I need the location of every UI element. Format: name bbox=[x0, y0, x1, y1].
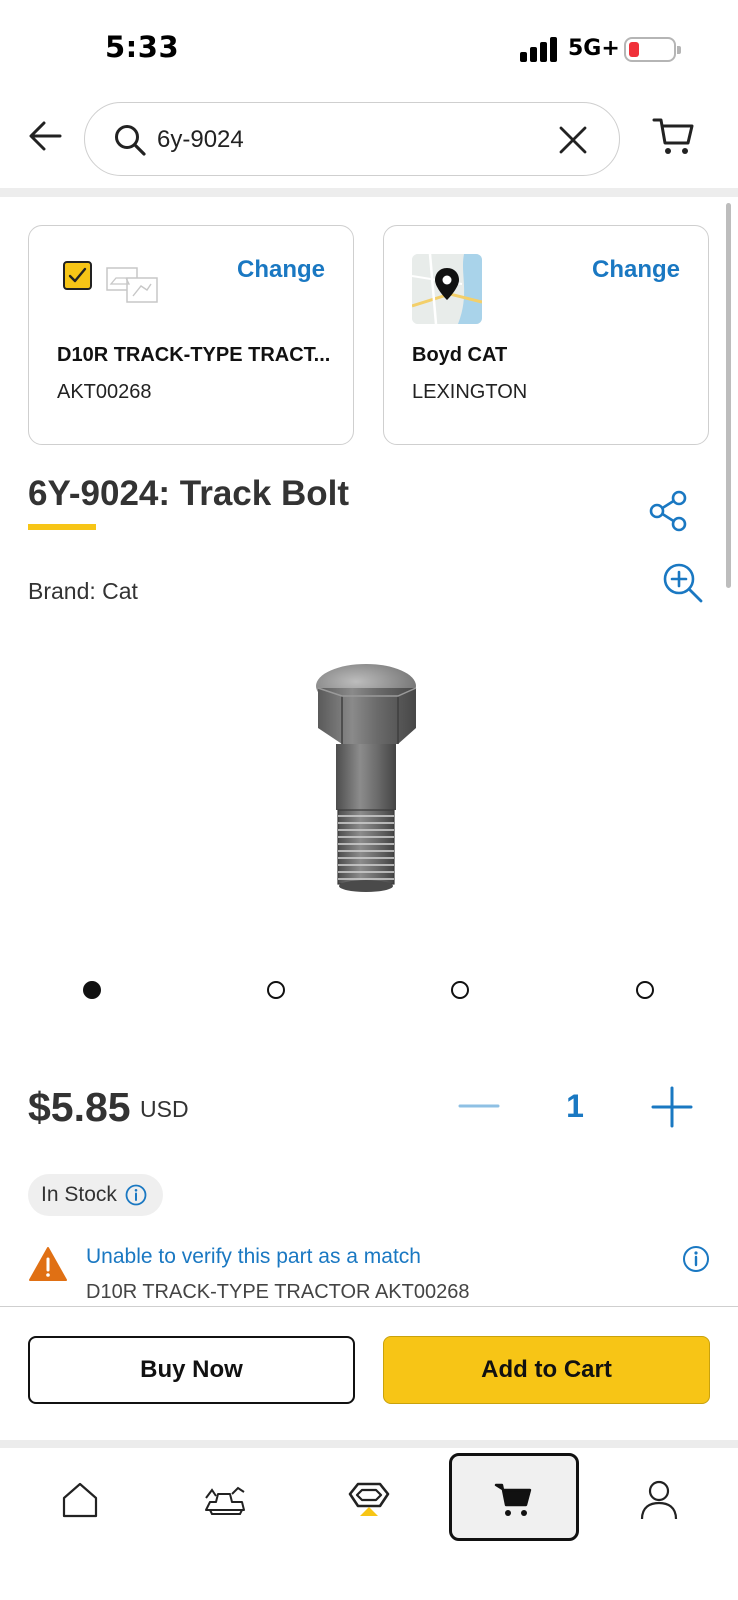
header-divider bbox=[0, 188, 738, 197]
quantity-value[interactable]: 1 bbox=[560, 1088, 590, 1125]
zoom-in-icon bbox=[663, 563, 703, 603]
price-currency: USD bbox=[140, 1096, 189, 1122]
battery-icon bbox=[624, 37, 681, 62]
zoom-button[interactable] bbox=[662, 562, 704, 604]
nav-cart[interactable] bbox=[474, 1470, 554, 1530]
info-icon[interactable] bbox=[125, 1184, 147, 1206]
equipment-checkbox[interactable] bbox=[63, 261, 92, 290]
carousel-dot-3[interactable] bbox=[451, 981, 469, 999]
compatibility-warning-text[interactable]: Unable to verify this part as a match bbox=[86, 1245, 421, 1269]
network-label: 5G+ bbox=[568, 36, 620, 61]
close-icon bbox=[559, 126, 587, 154]
info-icon bbox=[683, 1246, 709, 1272]
cart-icon bbox=[494, 1483, 532, 1516]
share-icon bbox=[649, 490, 687, 532]
quantity-increment-button[interactable] bbox=[650, 1085, 694, 1129]
carousel-dot-1[interactable] bbox=[83, 981, 101, 999]
track-bolt-image bbox=[316, 664, 417, 892]
stock-status-badge: In Stock bbox=[28, 1174, 163, 1216]
cat-logo-icon bbox=[348, 1482, 390, 1516]
status-time: 5:33 bbox=[105, 30, 180, 64]
equipment-image-icon bbox=[106, 267, 158, 303]
change-equipment-link[interactable]: Change bbox=[237, 256, 325, 284]
compatibility-warning-detail: D10R TRACK-TYPE TRACTOR AKT00268 bbox=[86, 1281, 470, 1303]
back-button[interactable] bbox=[26, 116, 66, 156]
search-input[interactable] bbox=[157, 123, 517, 157]
clear-search-button[interactable] bbox=[557, 124, 589, 156]
change-dealer-link[interactable]: Change bbox=[592, 256, 680, 284]
cart-button[interactable] bbox=[652, 116, 696, 158]
buy-now-button[interactable]: Buy Now bbox=[28, 1336, 355, 1404]
dealer-location: LEXINGTON bbox=[412, 381, 528, 403]
equipment-card[interactable]: Change D10R TRACK-TYPE TRACT... AKT00268 bbox=[28, 225, 354, 445]
signal-strength-icon bbox=[520, 37, 560, 62]
dealer-name: Boyd CAT bbox=[412, 344, 508, 366]
add-to-cart-button[interactable]: Add to Cart bbox=[383, 1336, 710, 1404]
plus-icon bbox=[651, 1086, 693, 1128]
equipment-title: D10R TRACK-TYPE TRACT... bbox=[57, 344, 331, 366]
cart-icon bbox=[652, 118, 694, 154]
quantity-decrement-button[interactable] bbox=[458, 1093, 500, 1119]
equipment-icon bbox=[205, 1486, 245, 1515]
scrollbar[interactable] bbox=[726, 203, 731, 588]
minus-icon bbox=[458, 1104, 500, 1108]
nav-divider bbox=[0, 1440, 738, 1448]
home-icon bbox=[62, 1482, 98, 1518]
account-icon bbox=[640, 1480, 678, 1520]
carousel-dot-4[interactable] bbox=[636, 981, 654, 999]
nav-account[interactable] bbox=[619, 1470, 699, 1530]
nav-home[interactable] bbox=[40, 1470, 120, 1530]
carousel-dot-2[interactable] bbox=[267, 981, 285, 999]
dealer-card[interactable]: Change Boyd CAT LEXINGTON bbox=[383, 225, 709, 445]
product-price: $5.85 bbox=[28, 1084, 131, 1130]
dealer-map-thumbnail bbox=[412, 254, 482, 324]
equipment-serial: AKT00268 bbox=[57, 381, 152, 403]
search-bar[interactable] bbox=[84, 102, 620, 176]
back-arrow-icon bbox=[29, 121, 62, 151]
product-brand: Brand: Cat bbox=[28, 578, 138, 604]
product-image[interactable] bbox=[300, 660, 430, 900]
stock-status-label: In Stock bbox=[41, 1183, 117, 1206]
nav-cat-home[interactable] bbox=[329, 1470, 409, 1530]
share-button[interactable] bbox=[648, 490, 690, 532]
warning-icon bbox=[28, 1246, 68, 1282]
checkmark-icon bbox=[68, 267, 87, 283]
nav-equipment[interactable] bbox=[185, 1470, 265, 1530]
title-underline bbox=[28, 524, 96, 530]
warning-info-button[interactable] bbox=[682, 1245, 710, 1273]
search-icon bbox=[115, 125, 146, 156]
product-title: 6Y-9024: Track Bolt bbox=[28, 474, 349, 513]
